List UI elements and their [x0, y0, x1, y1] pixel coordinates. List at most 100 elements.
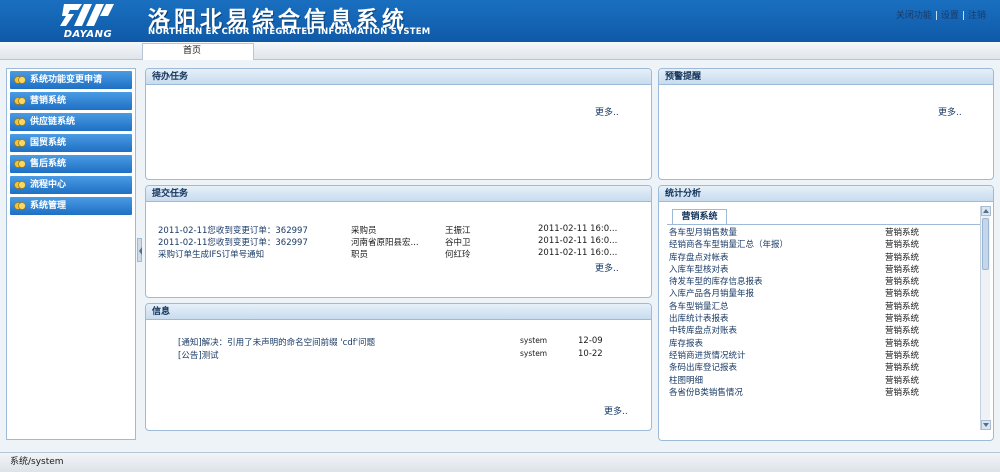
list-item[interactable]: 入库产品各月销量年报 营销系统 — [669, 287, 977, 299]
more-link[interactable]: 更多.. — [595, 105, 619, 118]
report-name[interactable]: 各车型月销售数量 — [669, 226, 737, 238]
scroll-up-arrow-icon[interactable] — [981, 206, 991, 216]
sidebar-item-label: 系统管理 — [30, 201, 67, 211]
more-link[interactable]: 更多.. — [604, 404, 628, 417]
list-item[interactable]: 出库统计表报表 营销系统 — [669, 312, 977, 324]
report-system: 营销系统 — [885, 289, 920, 300]
list-item[interactable]: 库存盘点对帐表 营销系统 — [669, 251, 977, 263]
task-person: 何红玲 — [445, 250, 471, 260]
info-row[interactable]: [通知]解决：引用了未声明的命名空间前缀 'cdf'问题 system 12-0… — [178, 336, 648, 348]
report-name[interactable]: 库存盘点对帐表 — [669, 251, 729, 263]
report-system: 营销系统 — [885, 350, 920, 361]
sidebar: 系统功能变更申请 营销系统 供应链系统 国贸系统 售后系统 流程中心 系统管理 — [6, 68, 136, 440]
task-text[interactable]: 2011-02-11您收到变更订单：362997 — [158, 236, 308, 248]
task-time: 2011-02-11 16:0... — [538, 224, 618, 234]
report-name[interactable]: 入库产品各月销量年报 — [669, 287, 754, 299]
report-name[interactable]: 条码出库登记报表 — [669, 361, 737, 373]
tab-home[interactable]: 首页 — [142, 43, 254, 60]
sidebar-item-after-sales[interactable]: 售后系统 — [10, 155, 132, 173]
list-item[interactable]: 各车型销量汇总 营销系统 — [669, 300, 977, 312]
scroll-thumb[interactable] — [982, 218, 989, 270]
app-subtitle: NORTHERN EK CHOR INTEGRATED INFORMATION … — [148, 27, 431, 37]
report-name[interactable]: 待发车型的库存信息报表 — [669, 275, 763, 287]
module-icon — [14, 139, 26, 147]
todo-panel: 待办任务 更多.. — [145, 68, 652, 180]
report-system: 营销系统 — [885, 301, 920, 312]
info-panel: 信息 [通知]解决：引用了未声明的命名空间前缀 'cdf'问题 system 1… — [145, 303, 652, 431]
info-text[interactable]: [通知]解决：引用了未声明的命名空间前缀 'cdf'问题 — [178, 336, 375, 348]
header-bar: DAYANG 洛阳北易综合信息系统 NORTHERN EK CHOR INTEG… — [0, 0, 1000, 42]
report-name[interactable]: 柱图明细 — [669, 374, 703, 386]
task-person: 王振江 — [445, 226, 471, 236]
report-name[interactable]: 出库统计表报表 — [669, 312, 729, 324]
task-text[interactable]: 2011-02-11您收到变更订单：362997 — [158, 224, 308, 236]
info-text[interactable]: [公告]测试 — [178, 349, 219, 361]
tab-divider — [667, 224, 981, 225]
settings-link[interactable]: 设置 — [941, 11, 959, 21]
list-item[interactable]: 条码出库登记报表 营销系统 — [669, 361, 977, 373]
sidebar-item-label: 系统功能变更申请 — [30, 75, 103, 85]
sidebar-item-system-admin[interactable]: 系统管理 — [10, 197, 132, 215]
sidebar-item-trade[interactable]: 国贸系统 — [10, 134, 132, 152]
tab-marketing-system[interactable]: 营销系统 — [672, 209, 727, 225]
module-icon — [14, 181, 26, 189]
task-row[interactable]: 2011-02-11您收到变更订单：362997 采购员 王振江 2011-02… — [158, 224, 648, 236]
sidebar-item-workflow[interactable]: 流程中心 — [10, 176, 132, 194]
list-item[interactable]: 中转库盘点对账表 营销系统 — [669, 324, 977, 336]
module-icon — [14, 202, 26, 210]
stats-scrollbar[interactable] — [980, 206, 991, 430]
report-name[interactable]: 中转库盘点对账表 — [669, 324, 737, 336]
list-item[interactable]: 各车型月销售数量 营销系统 — [669, 226, 977, 238]
more-link[interactable]: 更多.. — [595, 261, 619, 274]
sidebar-collapse-handle[interactable] — [137, 238, 142, 262]
task-row[interactable]: 2011-02-11您收到变更订单：362997 河南省原阳县宏... 谷中卫 … — [158, 236, 648, 248]
list-item[interactable]: 库存报表 营销系统 — [669, 337, 977, 349]
module-icon — [14, 160, 26, 168]
report-system: 营销系统 — [885, 228, 920, 238]
separator: | — [961, 11, 965, 21]
logout-link[interactable]: 注销 — [968, 11, 986, 21]
info-row[interactable]: [公告]测试 system 10-22 — [178, 349, 648, 361]
sidebar-item-label: 国贸系统 — [30, 138, 67, 148]
list-item[interactable]: 经销商各车型销量汇总（年报） 营销系统 — [669, 238, 977, 250]
list-item[interactable]: 各省份B类销售情况 营销系统 — [669, 386, 977, 398]
report-system: 营销系统 — [885, 387, 920, 398]
module-icon — [14, 118, 26, 126]
panel-title: 信息 — [146, 304, 651, 320]
task-role: 职员 — [351, 250, 369, 260]
close-function-link[interactable]: 关闭功能 — [896, 11, 932, 21]
module-icon — [14, 76, 26, 84]
separator: | — [934, 11, 938, 21]
sidebar-item-change-request[interactable]: 系统功能变更申请 — [10, 71, 132, 89]
dayang-logo: DAYANG — [52, 2, 124, 40]
sidebar-item-marketing[interactable]: 营销系统 — [10, 92, 132, 110]
stats-panel: 统计分析 营销系统 各车型月销售数量 营销系统 经销商各车型销量汇总（年报） 营销系… — [658, 185, 994, 441]
scroll-down-arrow-icon[interactable] — [981, 420, 991, 430]
stats-report-list: 各车型月销售数量 营销系统 经销商各车型销量汇总（年报） 营销系统 库存盘点对帐表营… — [669, 226, 977, 398]
more-link[interactable]: 更多.. — [938, 105, 962, 118]
top-links: 关闭功能 | 设置 | 注销 — [896, 8, 986, 21]
task-text[interactable]: 采购订单生成IFS订单号通知 — [158, 248, 264, 260]
list-item[interactable]: 入库车型核对表 营销系统 — [669, 263, 977, 275]
report-system: 营销系统 — [885, 252, 920, 263]
list-item[interactable]: 经销商进货情况统计 营销系统 — [669, 349, 977, 361]
sidebar-item-label: 营销系统 — [30, 96, 67, 106]
report-name[interactable]: 各省份B类销售情况 — [669, 386, 743, 398]
task-row[interactable]: 采购订单生成IFS订单号通知 职员 何红玲 2011-02-11 16:0... — [158, 248, 648, 260]
list-item[interactable]: 柱图明细 营销系统 — [669, 374, 977, 386]
module-icon — [14, 97, 26, 105]
report-name[interactable]: 库存报表 — [669, 337, 703, 349]
list-item[interactable]: 待发车型的库存信息报表 营销系统 — [669, 275, 977, 287]
report-name[interactable]: 各车型销量汇总 — [669, 300, 729, 312]
report-system: 营销系统 — [885, 326, 920, 337]
report-name[interactable]: 入库车型核对表 — [669, 263, 729, 275]
report-system: 营销系统 — [885, 277, 920, 288]
report-name[interactable]: 经销商进货情况统计 — [669, 349, 746, 361]
sidebar-item-label: 供应链系统 — [30, 117, 76, 127]
info-user: system — [520, 336, 548, 345]
report-system: 营销系统 — [885, 338, 920, 349]
sidebar-item-supply-chain[interactable]: 供应链系统 — [10, 113, 132, 131]
report-name[interactable]: 经销商各车型销量汇总（年报） — [669, 238, 788, 250]
sidebar-item-label: 流程中心 — [30, 180, 67, 190]
task-role: 采购员 — [351, 226, 377, 236]
